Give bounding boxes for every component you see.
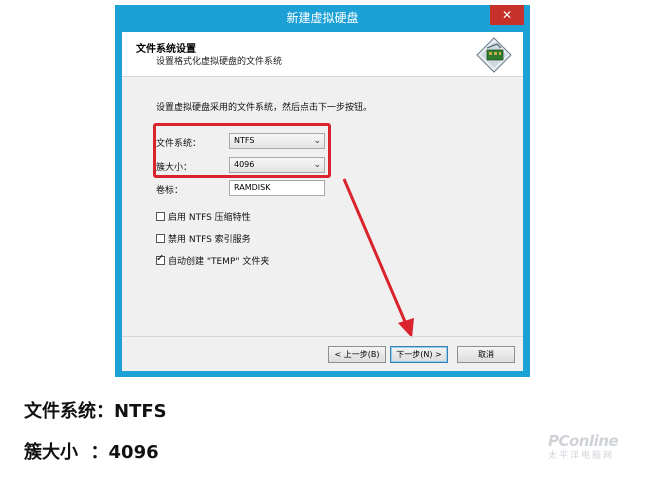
back-button[interactable]: < 上一步(B) — [328, 346, 386, 363]
dialog-client: 文件系统设置 设置格式化虚拟硬盘的文件系统 设置虚拟硬盘采用的文件系统，然后点击… — [122, 32, 523, 371]
cancel-button[interactable]: 取消 — [457, 346, 515, 363]
next-button[interactable]: 下一步(N) > — [390, 346, 448, 363]
caption-filesystem: 文件系统：NTFS — [24, 401, 167, 422]
footer-divider — [122, 336, 523, 337]
dialog-window: 新建虚拟硬盘 ✕ 文件系统设置 设置格式化虚拟硬盘的文件系统 设置虚拟硬盘采用的… — [115, 5, 530, 377]
caption-cluster-size: 簇大小 ：4096 — [24, 442, 159, 463]
close-button[interactable]: ✕ — [490, 5, 524, 25]
pconline-watermark: PConline 太平洋电脑网 — [548, 432, 628, 472]
annotation-arrow — [342, 178, 414, 338]
window-title: 新建虚拟硬盘 — [286, 11, 359, 25]
